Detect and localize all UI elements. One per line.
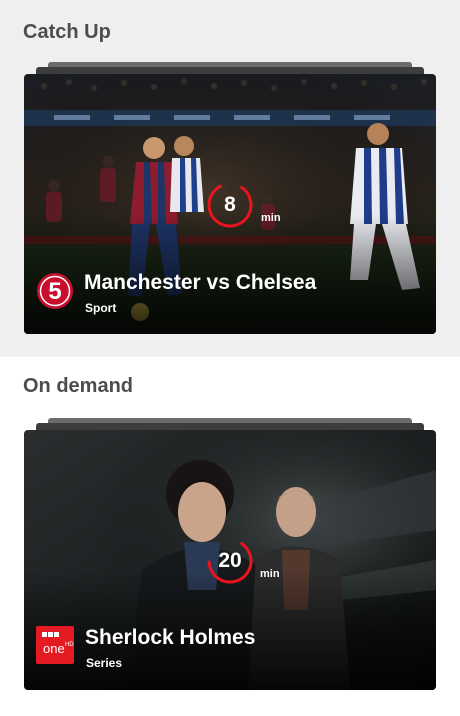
- svg-text:one: one: [43, 641, 65, 656]
- card-category: Sport: [85, 301, 117, 315]
- on-demand-section: On demand 20 min one HD Sherlock Holmes …: [0, 357, 460, 716]
- timer-minutes: 8: [224, 193, 236, 216]
- bbc-one-hd-logo: one HD: [36, 626, 74, 664]
- card-title: Manchester vs Chelsea: [84, 271, 317, 294]
- timer-unit-label: min: [261, 212, 281, 224]
- catch-up-card-stack: 8 min 5 Manchester vs Chelsea Sport: [24, 62, 436, 334]
- catch-up-section: Catch Up 8 min 5 Manchester vs Chelsea S…: [0, 0, 460, 357]
- catch-up-card[interactable]: 8 min 5 Manchester vs Chelsea Sport: [24, 74, 436, 334]
- channel-5-logo-text: 5: [48, 278, 61, 305]
- card-category: Series: [86, 656, 123, 670]
- on-demand-card[interactable]: 20 min one HD Sherlock Holmes Series: [24, 430, 436, 690]
- section-title-catch-up: Catch Up: [23, 21, 111, 43]
- countdown-timer: 8: [206, 181, 254, 229]
- countdown-timer: 20: [206, 537, 254, 585]
- card-title: Sherlock Holmes: [85, 626, 256, 649]
- channel-5-logo: 5: [37, 273, 73, 309]
- section-title-on-demand: On demand: [23, 375, 134, 397]
- timer-unit-label: min: [260, 568, 280, 580]
- on-demand-card-stack: 20 min one HD Sherlock Holmes Series: [24, 418, 436, 690]
- timer-minutes: 20: [218, 549, 242, 572]
- svg-text:HD: HD: [65, 642, 74, 648]
